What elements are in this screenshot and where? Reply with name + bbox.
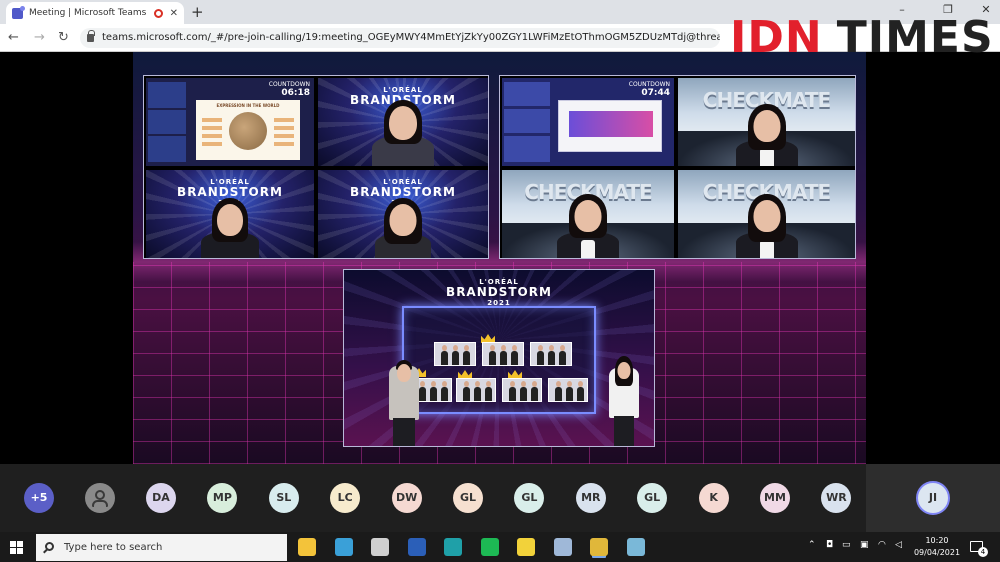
chrome-icon[interactable] xyxy=(590,538,608,556)
reload-button[interactable]: ↻ xyxy=(58,30,69,45)
file-explorer-icon[interactable] xyxy=(298,538,316,556)
screen: Meeting | Microsoft Teams ✕ + – ❐ ✕ ← → … xyxy=(0,0,1000,562)
participants-bar: +5 DA MP SL LC DW GL GL MR GL K MM WR JI xyxy=(0,464,1000,532)
edge-icon[interactable] xyxy=(444,538,462,556)
word-icon[interactable] xyxy=(407,538,426,556)
participant-avatar-unknown[interactable] xyxy=(85,483,115,513)
main-stage-screen: L'ORÉAL BRANDSTORM 2021 xyxy=(343,269,655,447)
countdown-left: COUNTDOWN 06:18 xyxy=(268,81,310,98)
lock-icon xyxy=(87,30,95,42)
taskbar-search[interactable]: Type here to search xyxy=(36,534,287,561)
presentation-tile: COUNTDOWN 07:44 xyxy=(502,78,674,166)
participant-avatar[interactable]: K xyxy=(698,483,729,513)
app-tray-icon[interactable]: ▣ xyxy=(860,540,869,550)
tab-title: Meeting | Microsoft Teams xyxy=(29,8,147,18)
participant-avatar[interactable]: MP xyxy=(207,483,238,513)
participant-avatar[interactable]: MR xyxy=(575,483,606,513)
finalists-board: L'ORÉAL BRANDSTORM 2021 xyxy=(402,278,596,414)
close-tab-icon[interactable]: ✕ xyxy=(170,8,178,19)
host-right xyxy=(604,346,644,446)
self-avatar[interactable]: JI xyxy=(916,481,950,515)
video-tile: L'ORÉALBRANDSTORM2021 xyxy=(318,170,488,258)
spotify-icon[interactable] xyxy=(480,538,499,556)
video-tile: CHECKMATE xyxy=(678,78,855,166)
countdown-right: COUNTDOWN 07:44 xyxy=(628,81,670,98)
search-placeholder: Type here to search xyxy=(64,542,163,553)
participant-avatar[interactable]: GL xyxy=(453,483,483,513)
video-tile: CHECKMATE xyxy=(678,170,855,258)
team-video-panel-right: COUNTDOWN 07:44 CHECKMATE CHECKMATE CHEC… xyxy=(499,75,856,259)
notification-center-icon[interactable]: 4 xyxy=(970,541,988,557)
participant-avatar[interactable]: WR xyxy=(821,483,852,513)
windows-taskbar: Type here to search ⌃ ◘ ▭ ▣ ◠ ◁ 10:20 09… xyxy=(0,532,1000,562)
url-text: teams.microsoft.com/_#/pre-join-calling/… xyxy=(102,32,720,43)
recording-indicator-icon xyxy=(153,8,163,18)
participant-avatar[interactable]: SL xyxy=(268,483,299,513)
clock-time: 10:20 xyxy=(925,536,949,545)
windows-start-button[interactable] xyxy=(10,541,23,554)
chevron-up-icon[interactable]: ⌃ xyxy=(808,540,816,550)
participant-avatar[interactable]: DA xyxy=(146,483,176,513)
new-tab-button[interactable]: + xyxy=(191,2,204,22)
store-icon[interactable] xyxy=(371,538,389,556)
host-left xyxy=(384,350,424,446)
notification-count: 4 xyxy=(978,547,988,557)
volume-icon[interactable]: ◁ xyxy=(895,540,902,550)
video-tile: CHECKMATE xyxy=(502,170,674,258)
video-tile: L'ORÉALBRANDSTORM2021 xyxy=(318,78,488,166)
battery-icon[interactable]: ▭ xyxy=(842,540,851,550)
sticky-notes-icon[interactable] xyxy=(517,538,535,556)
slide-content: EXPRESSION IN THE WORLD xyxy=(196,100,300,160)
wifi-icon[interactable]: ◠ xyxy=(878,540,886,550)
slide-heading: EXPRESSION IN THE WORLD xyxy=(216,103,280,108)
search-icon xyxy=(45,542,54,551)
meeting-video-stage: EXPRESSION IN THE WORLD COUNTDOWN 06:18 L… xyxy=(133,52,866,464)
more-participants-button[interactable]: +5 xyxy=(24,483,54,513)
participant-avatar[interactable]: GL xyxy=(637,483,668,513)
back-button[interactable]: ← xyxy=(8,30,19,45)
presentation-tile: EXPRESSION IN THE WORLD COUNTDOWN 06:18 xyxy=(146,78,314,166)
team-video-panel-left: EXPRESSION IN THE WORLD COUNTDOWN 06:18 L… xyxy=(143,75,489,259)
url-field[interactable]: teams.microsoft.com/_#/pre-join-calling/… xyxy=(80,28,720,48)
taskbar-clock[interactable]: 10:20 09/04/2021 xyxy=(910,535,964,559)
forward-button[interactable]: → xyxy=(34,30,45,45)
participant-avatar[interactable]: GL xyxy=(514,483,545,513)
camera-icon[interactable]: ◘ xyxy=(826,540,833,550)
clock-date: 09/04/2021 xyxy=(913,548,961,557)
participant-avatar[interactable]: DW xyxy=(391,483,422,513)
notes-app-icon[interactable] xyxy=(626,538,645,556)
teams-icon xyxy=(12,5,25,19)
app-l-icon[interactable] xyxy=(334,538,353,556)
browser-tab[interactable]: Meeting | Microsoft Teams ✕ xyxy=(6,2,184,24)
paint-icon[interactable] xyxy=(553,538,572,556)
participant-avatar[interactable]: MM xyxy=(760,483,790,513)
video-tile: L'ORÉALBRANDSTORM2021 xyxy=(146,170,314,258)
participant-avatar[interactable]: LC xyxy=(330,483,361,513)
